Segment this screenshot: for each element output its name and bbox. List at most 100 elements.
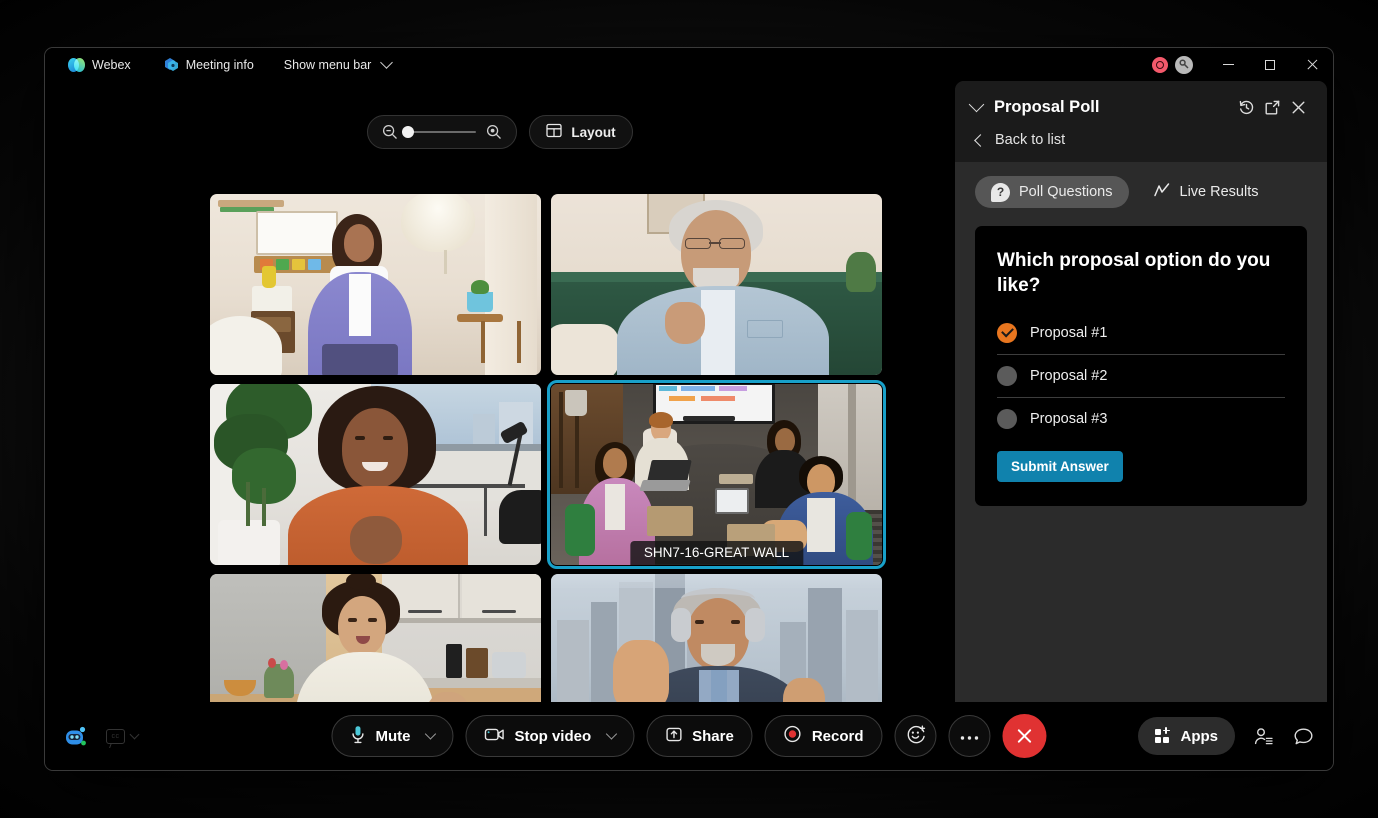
back-to-list-label: Back to list bbox=[995, 132, 1065, 148]
webex-brand-label: Webex bbox=[92, 58, 131, 72]
key-lock-icon[interactable] bbox=[1175, 56, 1193, 74]
record-button[interactable]: Record bbox=[765, 715, 883, 757]
zoom-in-icon[interactable] bbox=[486, 124, 502, 140]
apps-label: Apps bbox=[1181, 728, 1219, 745]
camera-icon bbox=[484, 727, 504, 746]
stop-video-label: Stop video bbox=[514, 728, 591, 745]
webex-ai-assistant-icon[interactable] bbox=[63, 724, 88, 749]
mute-button[interactable]: Mute bbox=[331, 715, 453, 757]
video-feed bbox=[551, 384, 882, 565]
poll-panel-header: Proposal Poll Back to list bbox=[955, 81, 1327, 162]
poll-history-timer-icon[interactable] bbox=[1233, 94, 1259, 120]
webex-logo-icon bbox=[68, 58, 85, 72]
control-bar-left: cc bbox=[63, 724, 138, 749]
share-screen-icon bbox=[665, 726, 682, 747]
poll-panel: Proposal Poll Back to list bbox=[955, 81, 1327, 706]
video-stage: Layout bbox=[45, 81, 955, 702]
share-label: Share bbox=[692, 728, 734, 745]
poll-option-3[interactable]: Proposal #3 bbox=[997, 402, 1285, 436]
webex-app-window: Webex Meeting info Show menu bar bbox=[44, 47, 1334, 771]
share-button[interactable]: Share bbox=[646, 715, 753, 757]
poll-option-1-label: Proposal #1 bbox=[1030, 325, 1107, 341]
radio-unselected-icon[interactable] bbox=[997, 409, 1017, 429]
chevron-down-icon bbox=[380, 56, 393, 69]
zoom-slider-track[interactable] bbox=[408, 131, 476, 133]
video-feed bbox=[210, 384, 541, 565]
poll-question-text: Which proposal option do you like? bbox=[997, 248, 1285, 299]
poll-tabs: ? Poll Questions Live Results bbox=[975, 176, 1307, 208]
submit-answer-button[interactable]: Submit Answer bbox=[997, 451, 1123, 482]
radio-unselected-icon[interactable] bbox=[997, 366, 1017, 386]
participants-button[interactable] bbox=[1251, 724, 1275, 748]
participant-video-grid: SHN7-16-GREAT WALL bbox=[210, 194, 882, 756]
close-icon bbox=[1306, 59, 1318, 71]
close-poll-panel-icon[interactable] bbox=[1285, 94, 1311, 120]
video-options-chevron-down-icon[interactable] bbox=[605, 728, 616, 739]
line-chart-icon bbox=[1153, 182, 1171, 202]
video-feed bbox=[210, 194, 541, 375]
title-bar: Webex Meeting info Show menu bar bbox=[45, 48, 1333, 81]
meeting-control-bar: cc Mute Stop video bbox=[45, 702, 1333, 770]
option-divider bbox=[997, 354, 1285, 355]
chat-button[interactable] bbox=[1291, 724, 1315, 748]
stop-video-button[interactable]: Stop video bbox=[465, 715, 634, 757]
close-window-button[interactable] bbox=[1291, 48, 1333, 81]
more-options-button[interactable] bbox=[949, 715, 991, 757]
minimize-button[interactable] bbox=[1207, 48, 1249, 81]
webex-brand-button[interactable]: Webex bbox=[59, 48, 140, 81]
radio-selected-icon[interactable] bbox=[997, 323, 1017, 343]
closed-caption-control[interactable]: cc bbox=[106, 729, 138, 744]
zoom-slider-control[interactable] bbox=[367, 115, 517, 149]
option-divider bbox=[997, 397, 1285, 398]
poll-option-1[interactable]: Proposal #1 bbox=[997, 316, 1285, 350]
participant-tile[interactable] bbox=[210, 384, 541, 565]
reactions-smiley-icon bbox=[905, 724, 926, 749]
question-bubble-icon: ? bbox=[991, 183, 1010, 202]
tab-poll-questions[interactable]: ? Poll Questions bbox=[975, 176, 1129, 208]
poll-option-3-label: Proposal #3 bbox=[1030, 411, 1107, 427]
minimize-icon bbox=[1223, 64, 1234, 65]
participant-tile[interactable] bbox=[210, 194, 541, 375]
open-in-new-window-icon[interactable] bbox=[1259, 94, 1285, 120]
maximize-button[interactable] bbox=[1249, 48, 1291, 81]
collapse-panel-chevron-down-icon[interactable] bbox=[969, 97, 985, 113]
meeting-info-label: Meeting info bbox=[186, 58, 254, 72]
poll-option-2-label: Proposal #2 bbox=[1030, 368, 1107, 384]
chevron-left-icon bbox=[974, 134, 987, 147]
participant-tile-active-speaker[interactable]: SHN7-16-GREAT WALL bbox=[551, 384, 882, 565]
window-controls bbox=[1152, 48, 1333, 81]
stage-toolbar: Layout bbox=[45, 115, 955, 149]
poll-panel-title: Proposal Poll bbox=[994, 98, 1233, 117]
tab-poll-questions-label: Poll Questions bbox=[1019, 184, 1113, 200]
participant-tile[interactable] bbox=[551, 194, 882, 375]
apps-button[interactable]: Apps bbox=[1138, 717, 1236, 755]
meeting-info-button[interactable]: Meeting info bbox=[154, 48, 263, 81]
end-meeting-button[interactable] bbox=[1003, 714, 1047, 758]
window-body: Layout bbox=[45, 81, 1333, 702]
poll-panel-body: ? Poll Questions Live Results Which prop… bbox=[955, 162, 1327, 706]
recording-indicator-icon[interactable] bbox=[1152, 57, 1168, 73]
closed-caption-icon: cc bbox=[106, 729, 125, 744]
layout-grid-icon bbox=[546, 123, 562, 141]
zoom-out-icon[interactable] bbox=[382, 124, 398, 140]
chevron-down-icon bbox=[130, 730, 140, 740]
reactions-button[interactable] bbox=[895, 715, 937, 757]
poll-option-2[interactable]: Proposal #2 bbox=[997, 359, 1285, 393]
meeting-info-icon bbox=[163, 57, 179, 72]
control-bar-center: Mute Stop video Share Reco bbox=[331, 714, 1046, 758]
mute-options-chevron-down-icon[interactable] bbox=[425, 728, 436, 739]
back-to-list-button[interactable]: Back to list bbox=[971, 120, 1311, 162]
show-menu-bar-button[interactable]: Show menu bar bbox=[275, 48, 401, 81]
layout-label: Layout bbox=[571, 125, 615, 140]
show-menu-bar-label: Show menu bar bbox=[284, 58, 372, 72]
video-feed bbox=[551, 194, 882, 375]
microphone-icon bbox=[350, 725, 365, 748]
tab-live-results[interactable]: Live Results bbox=[1137, 176, 1275, 208]
control-bar-right: Apps bbox=[1138, 717, 1316, 755]
end-meeting-icon bbox=[1017, 728, 1033, 744]
apps-grid-plus-icon bbox=[1155, 729, 1171, 744]
record-label: Record bbox=[812, 728, 864, 745]
zoom-slider-handle[interactable] bbox=[402, 126, 414, 138]
layout-button[interactable]: Layout bbox=[529, 115, 632, 149]
tab-live-results-label: Live Results bbox=[1180, 184, 1259, 200]
